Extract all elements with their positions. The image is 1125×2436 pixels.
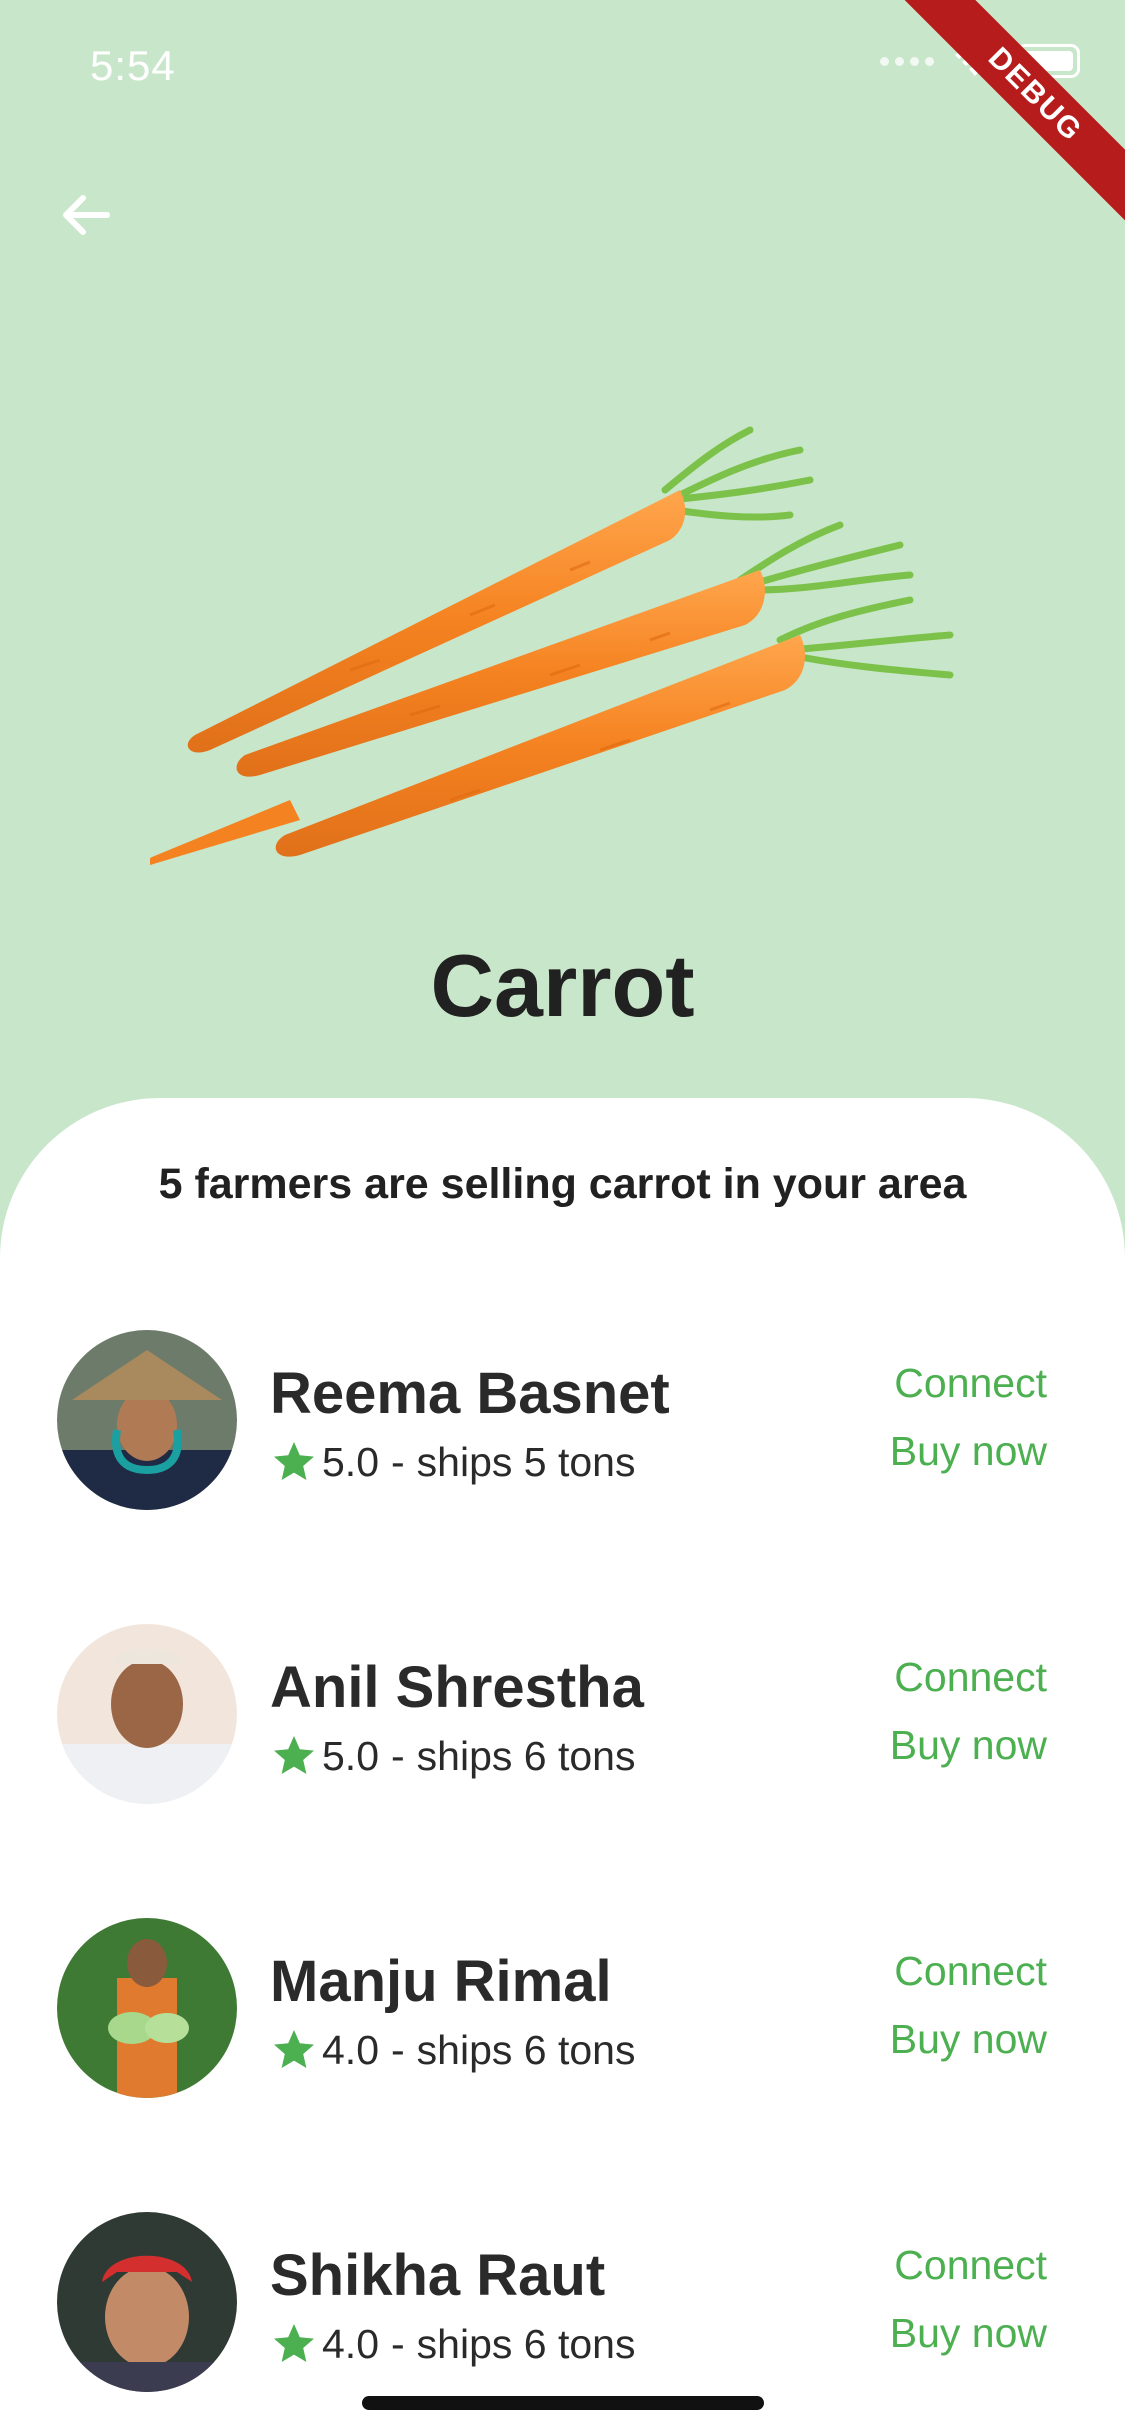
star-icon xyxy=(270,1732,318,1780)
farmer-row: Reema Basnet 5.0 - ships 5 tons Connect … xyxy=(0,1330,1125,1510)
farmer-shipping: ships 6 tons xyxy=(416,1732,636,1779)
connect-button[interactable]: Connect xyxy=(894,2242,1047,2289)
buy-now-button[interactable]: Buy now xyxy=(890,1428,1047,1475)
farmer-avatar xyxy=(57,1330,237,1510)
farmer-row: Shikha Raut 4.0 - ships 6 tons Connect B… xyxy=(0,2212,1125,2392)
signal-icon xyxy=(880,56,934,66)
debug-banner: DEBUG xyxy=(890,0,1125,240)
meta-separator: - xyxy=(391,1438,405,1485)
farmer-row: Anil Shrestha 5.0 - ships 6 tons Connect… xyxy=(0,1624,1125,1804)
farmer-meta: 5.0 - ships 6 tons xyxy=(270,1732,635,1780)
farmer-rating: 5.0 xyxy=(322,1438,379,1485)
buy-now-button[interactable]: Buy now xyxy=(890,2016,1047,2063)
meta-separator: - xyxy=(391,1732,405,1779)
star-icon xyxy=(270,2026,318,2074)
buy-now-button[interactable]: Buy now xyxy=(890,2310,1047,2357)
home-indicator[interactable] xyxy=(362,2396,764,2410)
connect-button[interactable]: Connect xyxy=(894,1360,1047,1407)
farmer-meta: 5.0 - ships 5 tons xyxy=(270,1438,635,1486)
farmer-name: Manju Rimal xyxy=(270,1949,612,2014)
meta-separator: - xyxy=(391,2026,405,2073)
farmer-meta: 4.0 - ships 6 tons xyxy=(270,2026,635,2074)
farmer-rating: 4.0 xyxy=(322,2320,379,2367)
status-time: 5:54 xyxy=(90,42,176,89)
farmer-rating: 4.0 xyxy=(322,2026,379,2073)
farmer-shipping: ships 6 tons xyxy=(416,2320,636,2367)
farmer-name: Reema Basnet xyxy=(270,1361,670,1426)
farmer-avatar xyxy=(57,1918,237,2098)
product-detail-screen: 5:54 DEBUG Carrot 5 farmers are selling … xyxy=(0,0,1125,2436)
farmer-shipping: ships 5 tons xyxy=(416,1438,636,1485)
farmers-count-text: 5 farmers are selling carrot in your are… xyxy=(158,1160,967,1208)
buy-now-button[interactable]: Buy now xyxy=(890,1722,1047,1769)
farmer-shipping: ships 6 tons xyxy=(416,2026,636,2073)
arrow-left-icon xyxy=(63,195,110,235)
farmer-row: Manju Rimal 4.0 - ships 6 tons Connect B… xyxy=(0,1918,1125,2098)
farmer-meta: 4.0 - ships 6 tons xyxy=(270,2320,635,2368)
star-icon xyxy=(270,2320,318,2368)
farmer-name: Anil Shrestha xyxy=(270,1655,644,1720)
connect-button[interactable]: Connect xyxy=(894,1654,1047,1701)
star-icon xyxy=(270,1438,318,1486)
back-button[interactable] xyxy=(55,185,115,245)
farmer-avatar xyxy=(57,2212,237,2392)
carrot-image xyxy=(146,420,980,890)
farmer-rating: 5.0 xyxy=(322,1732,379,1779)
meta-separator: - xyxy=(391,2320,405,2367)
connect-button[interactable]: Connect xyxy=(894,1948,1047,1995)
product-title: Carrot xyxy=(430,936,695,1035)
farmer-name: Shikha Raut xyxy=(270,2243,606,2308)
farmer-avatar xyxy=(57,1624,237,1804)
